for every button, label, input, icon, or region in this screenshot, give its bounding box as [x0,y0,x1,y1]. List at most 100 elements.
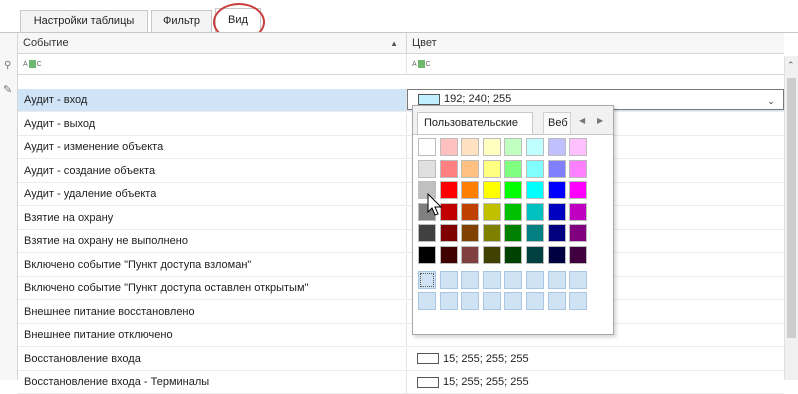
event-cell[interactable]: Аудит - удаление объекта [18,183,407,205]
color-swatch-option[interactable] [418,246,436,264]
color-swatch-option[interactable] [569,181,588,200]
tab-view[interactable]: Вид [215,8,261,33]
tab-web-colors[interactable]: Веб [543,112,571,134]
custom-color-slot[interactable] [504,292,523,311]
color-swatch-option[interactable] [504,181,523,200]
custom-color-slot[interactable] [569,270,588,289]
color-swatch-option[interactable] [504,246,523,264]
table-row[interactable]: Включено событие "Пункт доступа оставлен… [18,277,784,300]
color-swatch-option[interactable] [482,138,501,156]
color-swatch-option[interactable] [418,224,436,243]
color-swatch-option[interactable] [526,138,544,156]
color-swatch-option[interactable] [547,246,566,264]
tab-table-settings[interactable]: Настройки таблицы [20,10,148,32]
filter-cell-color[interactable]: AC [407,54,784,75]
color-swatch-option[interactable] [504,224,523,243]
event-cell[interactable]: Восстановление входа - Терминалы [18,371,407,393]
color-swatch-option[interactable] [504,138,523,156]
table-row[interactable]: Внешнее питание восстановлено [18,300,784,324]
custom-color-slot[interactable] [439,270,458,289]
table-row[interactable]: Взятие на охрану [18,206,784,230]
scroll-left-icon[interactable]: ◀ [579,116,585,125]
scroll-up-icon[interactable]: ⌃ [787,60,795,71]
column-header-color[interactable]: Цвет [407,33,784,54]
color-swatch-option[interactable] [569,159,588,178]
color-swatch-option[interactable] [482,202,501,221]
table-row[interactable]: Аудит - вход 192; 240; 255 ⌄ [18,89,784,112]
color-swatch-option[interactable] [461,159,480,178]
color-swatch-option[interactable] [547,202,566,221]
tab-filter[interactable]: Фильтр [151,10,212,32]
custom-color-slot[interactable] [439,292,458,311]
color-swatch-option[interactable] [418,138,436,156]
color-swatch-option[interactable] [504,159,523,178]
vertical-scrollbar[interactable]: ⌃ [784,56,798,380]
color-swatch-option[interactable] [482,159,501,178]
custom-color-slot[interactable] [482,270,501,289]
color-swatch-option[interactable] [439,159,458,178]
color-swatch-option[interactable] [439,138,458,156]
color-swatch-option[interactable] [526,181,544,200]
custom-color-slot[interactable] [547,292,566,311]
color-swatch-option[interactable] [569,246,588,264]
custom-color-slot[interactable] [526,270,544,289]
color-swatch-option[interactable] [461,224,480,243]
color-swatch-option[interactable] [526,202,544,221]
custom-color-slot[interactable] [461,270,480,289]
color-swatch-option[interactable] [547,159,566,178]
color-swatch-option[interactable] [569,202,588,221]
tab-custom-colors[interactable]: Пользовательские [417,112,533,134]
color-swatch-option[interactable] [526,246,544,264]
table-row[interactable]: Взятие на охрану не выполнено [18,230,784,253]
table-row[interactable]: Аудит - изменение объекта [18,136,784,159]
event-cell[interactable]: Взятие на охрану не выполнено [18,230,407,252]
table-row[interactable]: Включено событие "Пункт доступа взломан" [18,253,784,277]
event-cell[interactable]: Восстановление входа [18,347,407,370]
column-header-event[interactable]: Событие ▲ [18,33,407,54]
scrollbar-thumb[interactable] [787,78,796,338]
filter-cell-event[interactable]: AC [18,54,407,75]
custom-color-slot[interactable] [569,292,588,311]
event-cell[interactable]: Включено событие "Пункт доступа взломан" [18,253,407,276]
event-cell[interactable]: Внешнее питание отключено [18,324,407,346]
color-swatch-option[interactable] [461,246,480,264]
custom-color-slot[interactable] [547,270,566,289]
table-row[interactable]: Внешнее питание отключено [18,324,784,347]
table-row[interactable]: Восстановление входа 15; 255; 255; 255 [18,347,784,371]
color-swatch-option[interactable] [547,224,566,243]
color-swatch-option[interactable] [439,246,458,264]
color-swatch-option[interactable] [482,246,501,264]
table-row[interactable]: Аудит - выход [18,112,784,136]
event-cell[interactable]: Аудит - выход [18,112,407,135]
custom-color-slot[interactable] [504,270,523,289]
table-row[interactable]: Восстановление входа - Терминалы 15; 255;… [18,371,784,394]
custom-color-slot[interactable] [482,292,501,311]
color-cell[interactable]: 15; 255; 255; 255 [407,371,784,393]
color-cell[interactable]: 15; 255; 255; 255 [407,348,784,370]
table-row[interactable]: Аудит - создание объекта [18,159,784,183]
color-swatch-option[interactable] [439,224,458,243]
color-swatch-option[interactable] [461,181,480,200]
color-swatch-option[interactable] [569,138,588,156]
event-cell[interactable]: Взятие на охрану [18,206,407,229]
color-swatch-option[interactable] [526,224,544,243]
custom-color-slot[interactable] [461,292,480,311]
color-swatch-option[interactable] [504,202,523,221]
color-swatch-option[interactable] [526,159,544,178]
color-swatch-option[interactable] [461,202,480,221]
color-swatch-option[interactable] [418,159,436,178]
event-cell[interactable]: Внешнее питание восстановлено [18,300,407,323]
color-swatch-option[interactable] [461,138,480,156]
color-swatch-option[interactable] [569,224,588,243]
custom-color-slot[interactable] [526,292,544,311]
color-swatch-option[interactable] [482,181,501,200]
custom-color-slot[interactable] [418,270,436,289]
color-swatch-option[interactable] [482,224,501,243]
color-swatch-option[interactable] [547,138,566,156]
custom-color-slot[interactable] [418,292,436,311]
event-cell[interactable]: Аудит - создание объекта [18,159,407,182]
dropdown-arrow-icon[interactable]: ⌄ [765,95,777,107]
event-cell[interactable]: Аудит - вход [18,89,407,111]
scroll-right-icon[interactable]: ▶ [597,116,603,125]
table-row[interactable]: Аудит - удаление объекта [18,183,784,206]
